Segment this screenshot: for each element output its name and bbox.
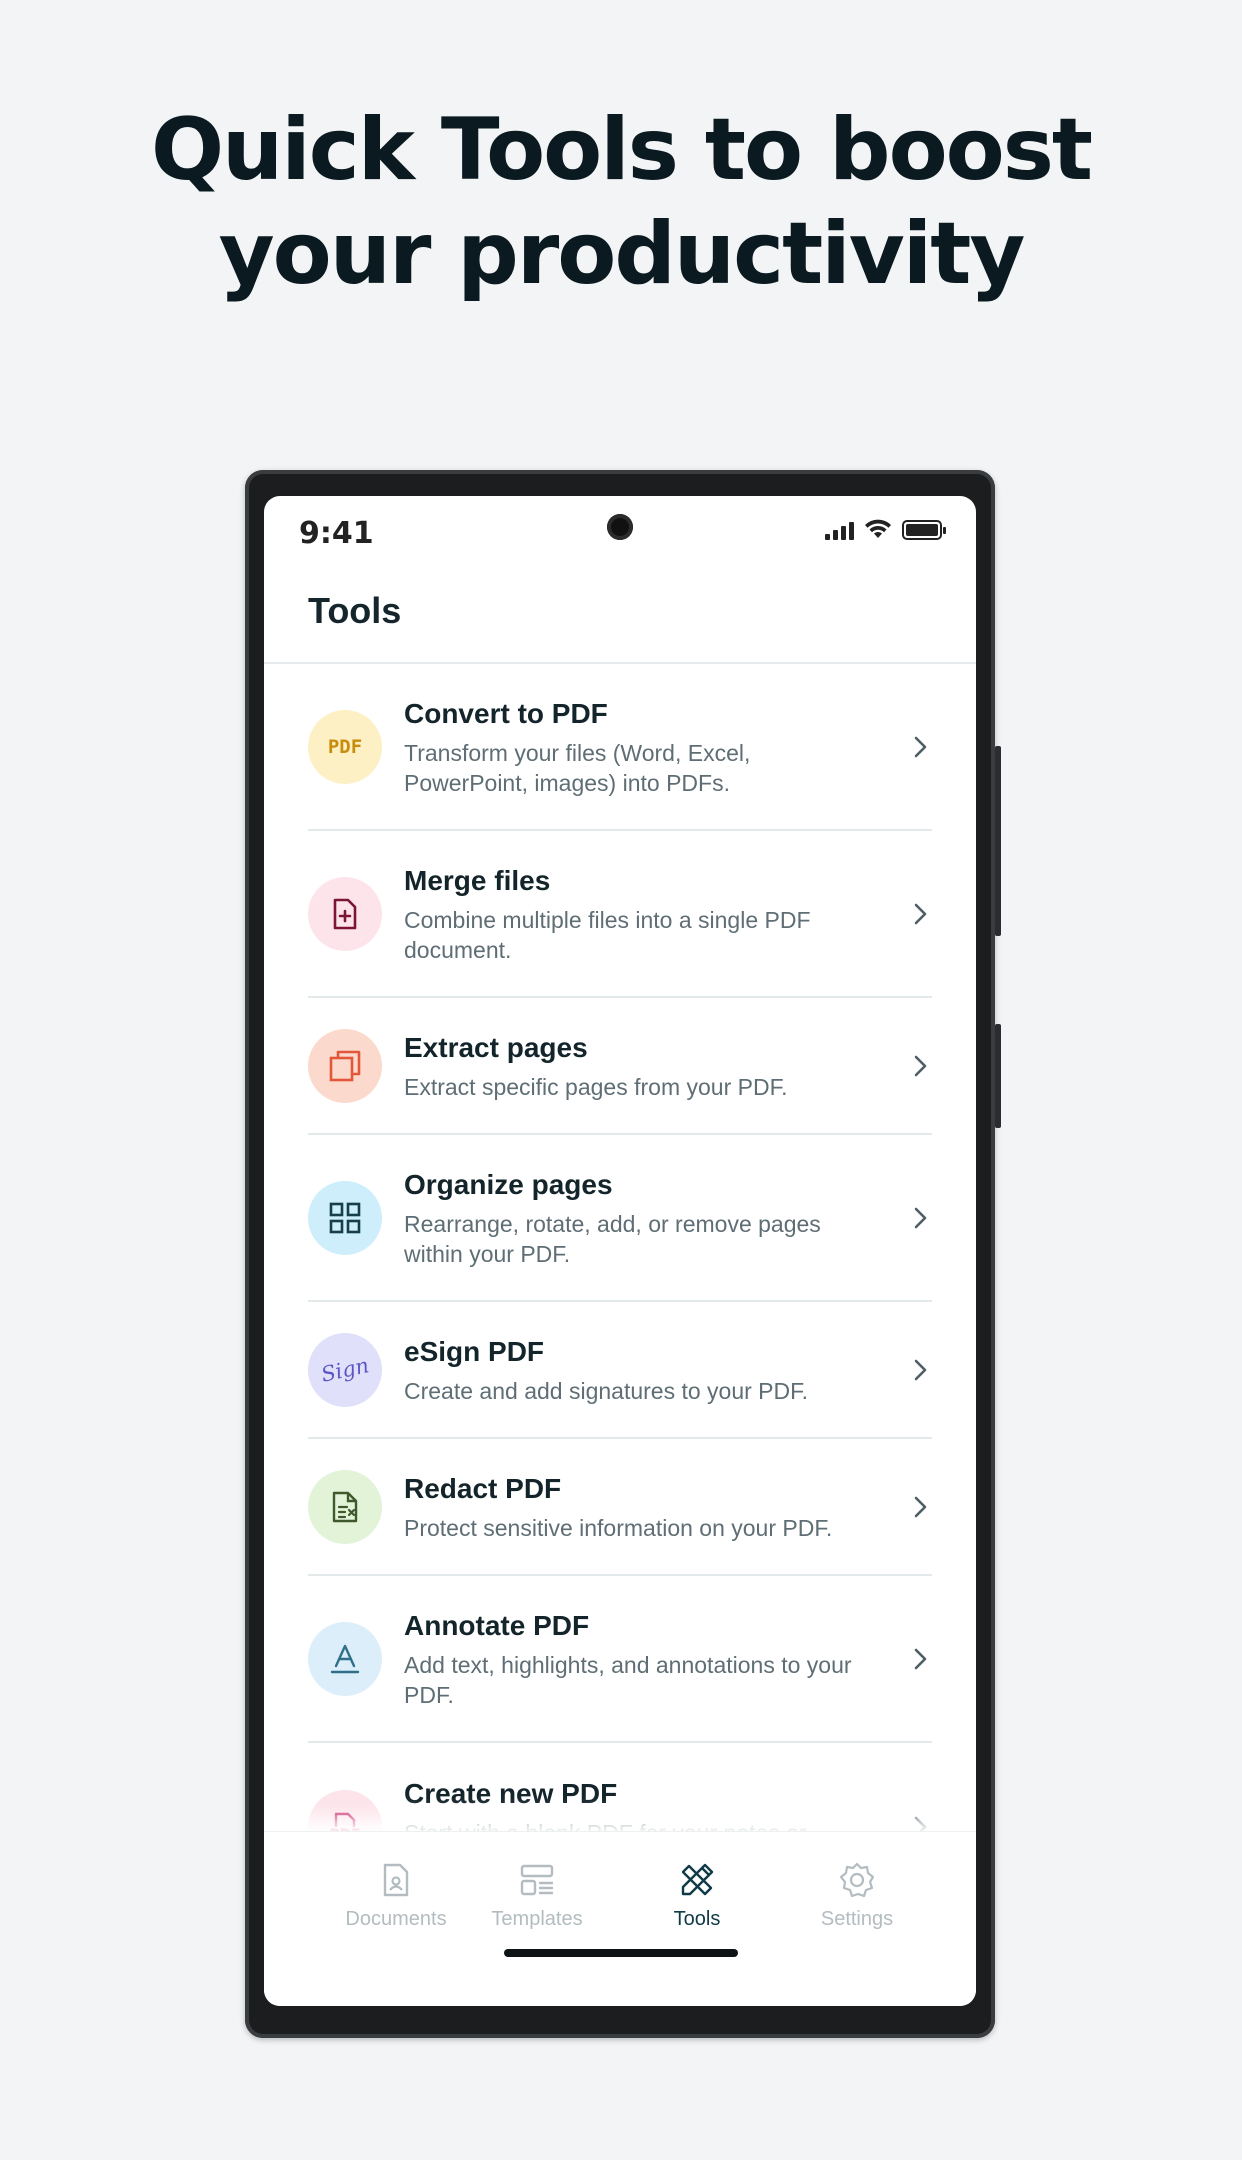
headline: Quick Tools to boost your productivity — [0, 98, 1242, 306]
extract-pages-icon — [308, 1028, 382, 1103]
phone-screen: 9:41 Tools PDF Convert to PDF Transform … — [264, 496, 976, 2006]
chevron-right-icon — [914, 1648, 927, 1669]
headline-line-1: Quick Tools to boost — [150, 100, 1093, 200]
document-icon — [383, 1863, 409, 1897]
chevron-right-icon — [914, 1359, 927, 1380]
chevron-right-icon — [914, 1496, 927, 1517]
phone-side-button — [995, 1024, 1001, 1128]
tool-title: Annotate PDF — [404, 1609, 590, 1641]
file-plus-icon — [308, 876, 382, 951]
gear-icon — [839, 1862, 875, 1898]
tool-annotate-pdf[interactable]: Annotate PDF Add text, highlights, and a… — [308, 1576, 932, 1743]
tool-description: Extract specific pages from your PDF. — [404, 1073, 788, 1100]
tool-title: Redact PDF — [404, 1472, 562, 1504]
tool-extract-pages[interactable]: Extract pages Extract specific pages fro… — [308, 998, 932, 1135]
tool-title: Organize pages — [404, 1168, 613, 1200]
nav-label: Templates — [491, 1908, 583, 1930]
redact-document-icon — [308, 1469, 382, 1544]
nav-documents[interactable]: Documents — [316, 1858, 476, 1931]
chevron-right-icon — [914, 903, 927, 924]
nav-templates[interactable]: Templates — [457, 1858, 617, 1931]
grid-icon — [308, 1180, 382, 1255]
nav-label: Tools — [673, 1908, 721, 1930]
tool-description: Create and add signatures to your PDF. — [404, 1377, 809, 1404]
headline-line-2: your productivity — [218, 204, 1026, 304]
nav-settings[interactable]: Settings — [777, 1858, 937, 1931]
phone-frame: 9:41 Tools PDF Convert to PDF Transform … — [245, 470, 1001, 2038]
tool-title: Convert to PDF — [404, 697, 608, 729]
nav-label: Documents — [345, 1908, 447, 1930]
tool-esign-pdf[interactable]: Sign eSign PDF Create and add signatures… — [308, 1302, 932, 1439]
tools-icon — [681, 1863, 714, 1896]
tool-description: Transform your files (Word, Excel, Power… — [404, 739, 751, 796]
cellular-signal-icon — [825, 520, 854, 540]
nav-tools[interactable]: Tools — [617, 1858, 777, 1931]
tool-description: Combine multiple files into a single PDF… — [404, 906, 811, 963]
status-bar: 9:41 — [264, 496, 976, 576]
home-indicator[interactable] — [504, 1949, 738, 1957]
tool-redact-pdf[interactable]: Redact PDF Protect sensitive information… — [308, 1439, 932, 1576]
bottom-nav: Documents Templates Tools Settings — [264, 1831, 976, 2006]
tool-description: Rearrange, rotate, add, or remove pages … — [404, 1210, 821, 1267]
tool-description: Protect sensitive information on your PD… — [404, 1514, 833, 1541]
tool-title: Extract pages — [404, 1031, 588, 1063]
phone-side-button — [995, 746, 1001, 936]
tool-title: Create new PDF — [404, 1777, 618, 1809]
templates-icon — [520, 1864, 554, 1896]
tool-title: Merge files — [404, 864, 551, 896]
chevron-right-icon — [914, 1055, 927, 1076]
tool-organize-pages[interactable]: Organize pages Rearrange, rotate, add, o… — [308, 1135, 932, 1302]
tool-description: Add text, highlights, and annotations to… — [404, 1651, 852, 1708]
pdf-badge-icon: PDF — [308, 709, 382, 784]
chevron-right-icon — [914, 1207, 927, 1228]
tool-merge-files[interactable]: Merge files Combine multiple files into … — [308, 831, 932, 998]
tool-title: eSign PDF — [404, 1335, 545, 1367]
tools-list: PDF Convert to PDF Transform your files … — [264, 664, 976, 1910]
wifi-icon — [865, 519, 891, 538]
signature-icon: Sign — [308, 1332, 382, 1407]
page-title: Tools — [308, 590, 402, 631]
status-icons — [825, 518, 946, 540]
tool-convert-to-pdf[interactable]: PDF Convert to PDF Transform your files … — [308, 664, 932, 831]
chevron-right-icon — [914, 736, 927, 757]
status-time: 9:41 — [299, 516, 374, 551]
nav-label: Settings — [820, 1908, 894, 1930]
battery-icon — [902, 520, 946, 540]
text-annotate-icon — [308, 1621, 382, 1696]
front-camera — [607, 514, 633, 540]
